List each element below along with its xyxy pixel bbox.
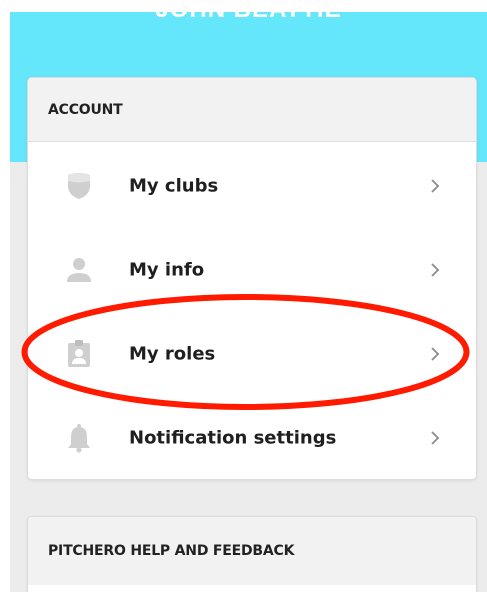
bell-icon xyxy=(64,423,94,453)
account-section-title: ACCOUNT xyxy=(48,101,123,118)
help-section-title: PITCHERO HELP AND FEEDBACK xyxy=(48,543,295,559)
menu-item-my-info[interactable]: My info xyxy=(28,228,476,312)
chevron-right-icon xyxy=(431,263,440,277)
menu-item-my-roles[interactable]: My roles xyxy=(28,312,476,396)
account-section-header: ACCOUNT xyxy=(28,78,476,142)
help-card: PITCHERO HELP AND FEEDBACK xyxy=(27,516,477,592)
chevron-right-icon xyxy=(431,347,440,361)
menu-item-label: My clubs xyxy=(129,175,219,197)
chevron-right-icon xyxy=(431,179,440,193)
help-section-header: PITCHERO HELP AND FEEDBACK xyxy=(28,517,476,585)
profile-name: JOHN BEATTIE xyxy=(155,0,342,18)
menu-item-label: My roles xyxy=(129,343,216,365)
menu-item-notification-settings[interactable]: Notification settings xyxy=(28,396,476,480)
id-badge-icon xyxy=(64,339,94,369)
account-card: ACCOUNT My clubs My info My roles Notifi… xyxy=(27,77,477,480)
chevron-right-icon xyxy=(431,431,440,445)
menu-item-my-clubs[interactable]: My clubs xyxy=(28,144,476,228)
menu-item-label: My info xyxy=(129,259,205,281)
menu-item-label: Notification settings xyxy=(129,427,337,449)
person-icon xyxy=(64,255,94,285)
shield-icon xyxy=(64,171,94,201)
